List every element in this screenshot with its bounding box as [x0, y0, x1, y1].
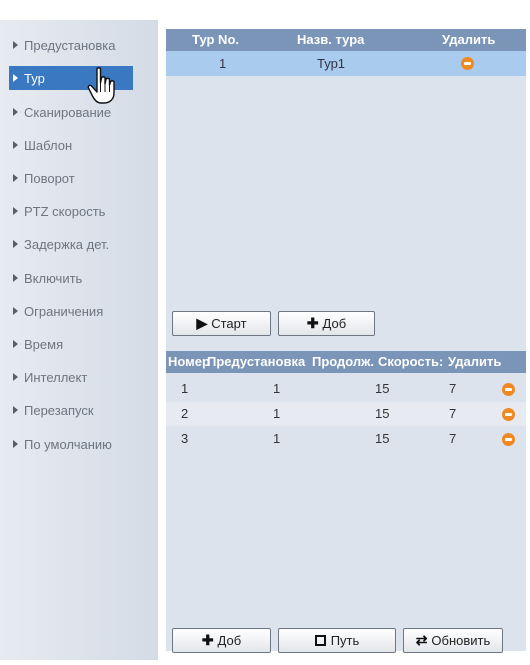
sidebar-item-label: Предустановка [24, 37, 116, 53]
sidebar: Предустановка Тур Сканирование Шаблон По… [0, 20, 158, 660]
hand-cursor-icon [87, 67, 115, 104]
caret-right-icon [13, 340, 18, 348]
sidebar-item-enable[interactable]: Включить [9, 266, 133, 290]
cell-number: 2 [181, 406, 189, 421]
add-button-label: Доб [322, 316, 347, 331]
caret-right-icon [13, 141, 18, 149]
start-button-label: Старт [211, 316, 247, 331]
plus-icon: ✚ [306, 315, 319, 331]
sidebar-item-ptz-speed[interactable]: PTZ скорость [9, 199, 133, 223]
sidebar-item-label: Шаблон [24, 137, 73, 153]
caret-right-icon [13, 307, 18, 315]
column-header: Удалить [448, 354, 502, 369]
sidebar-item-restart[interactable]: Перезапуск [9, 398, 133, 422]
table-row[interactable]: 3 1 15 7 [166, 427, 526, 451]
cell-preset: 1 [273, 406, 281, 421]
sidebar-item-label: Время [24, 336, 64, 352]
add-preset-label: Доб [217, 633, 242, 648]
tour-number: 1 [219, 56, 227, 71]
sidebar-item-label: Включить [24, 270, 83, 286]
column-header: Предустановка [207, 354, 306, 369]
caret-right-icon [13, 373, 18, 381]
cell-speed: 7 [449, 406, 457, 421]
sidebar-item-pattern[interactable]: Шаблон [9, 133, 133, 157]
add-tour-button[interactable]: ✚ Доб [278, 311, 375, 336]
sidebar-item-delay[interactable]: Задержка дет. [9, 232, 133, 256]
column-header: Назв. тура [297, 32, 365, 47]
column-header: Тур No. [192, 32, 239, 47]
cell-duration: 15 [375, 406, 390, 421]
delete-icon[interactable] [502, 408, 515, 421]
cell-speed: 7 [449, 381, 457, 396]
caret-right-icon [13, 207, 18, 215]
sidebar-item-default[interactable]: По умолчанию [9, 432, 133, 456]
caret-right-icon [13, 240, 18, 248]
path-button-label: Путь [330, 633, 360, 648]
caret-right-icon [13, 74, 18, 82]
caret-right-icon [13, 274, 18, 282]
caret-right-icon [13, 108, 18, 116]
sidebar-item-label: Интеллект [24, 369, 88, 385]
add-preset-button[interactable]: ✚ Доб [172, 628, 271, 653]
cell-number: 1 [181, 381, 189, 396]
table-row[interactable]: 1 1 15 7 [166, 377, 526, 401]
refresh-button-label: Обновить [431, 633, 491, 648]
tour-table-header: Тур No. Назв. тура Удалить [166, 29, 526, 51]
delete-icon[interactable] [461, 57, 474, 70]
save-icon [314, 635, 326, 646]
table-row[interactable]: 2 1 15 7 [166, 402, 526, 426]
tour-name: Тур1 [317, 56, 346, 71]
path-button[interactable]: Путь [278, 628, 396, 653]
plus-icon: ✚ [201, 632, 214, 648]
sidebar-item-label: Тур [24, 70, 45, 86]
start-button[interactable]: ▶ Старт [172, 311, 271, 336]
cell-number: 3 [181, 431, 189, 446]
cell-duration: 15 [375, 381, 390, 396]
caret-right-icon [13, 440, 18, 448]
column-header: Номер [168, 354, 210, 369]
sidebar-item-limits[interactable]: Ограничения [9, 299, 133, 323]
table-row[interactable]: 1 Тур1 [166, 51, 526, 76]
column-header: Продолж. [312, 354, 375, 369]
sidebar-item-label: PTZ скорость [24, 203, 106, 219]
column-header: Скорость: [378, 354, 444, 369]
caret-right-icon [13, 174, 18, 182]
refresh-icon: ⇄ [415, 632, 428, 648]
delete-icon[interactable] [502, 433, 515, 446]
sidebar-item-label: По умолчанию [24, 436, 112, 452]
caret-right-icon [13, 406, 18, 414]
play-icon: ▶ [196, 315, 208, 331]
sidebar-item-label: Поворот [24, 170, 75, 186]
cell-duration: 15 [375, 431, 390, 446]
tour-panel [166, 29, 526, 651]
delete-icon[interactable] [502, 383, 515, 396]
sidebar-item-label: Ограничения [24, 303, 104, 319]
sidebar-item-intelligence[interactable]: Интеллект [9, 365, 133, 389]
column-header: Удалить [442, 32, 496, 47]
sidebar-item-time[interactable]: Время [9, 332, 133, 356]
sidebar-item-preset[interactable]: Предустановка [9, 33, 133, 57]
preset-table-header: Номер Предустановка Продолж. Скорость: У… [166, 351, 526, 373]
sidebar-item-label: Задержка дет. [24, 236, 110, 252]
cell-preset: 1 [273, 381, 281, 396]
sidebar-item-pan[interactable]: Поворот [9, 166, 133, 190]
sidebar-item-label: Сканирование [24, 104, 112, 120]
cell-preset: 1 [273, 431, 281, 446]
refresh-button[interactable]: ⇄ Обновить [403, 628, 503, 653]
caret-right-icon [13, 41, 18, 49]
sidebar-item-label: Перезапуск [24, 402, 94, 418]
cell-speed: 7 [449, 431, 457, 446]
